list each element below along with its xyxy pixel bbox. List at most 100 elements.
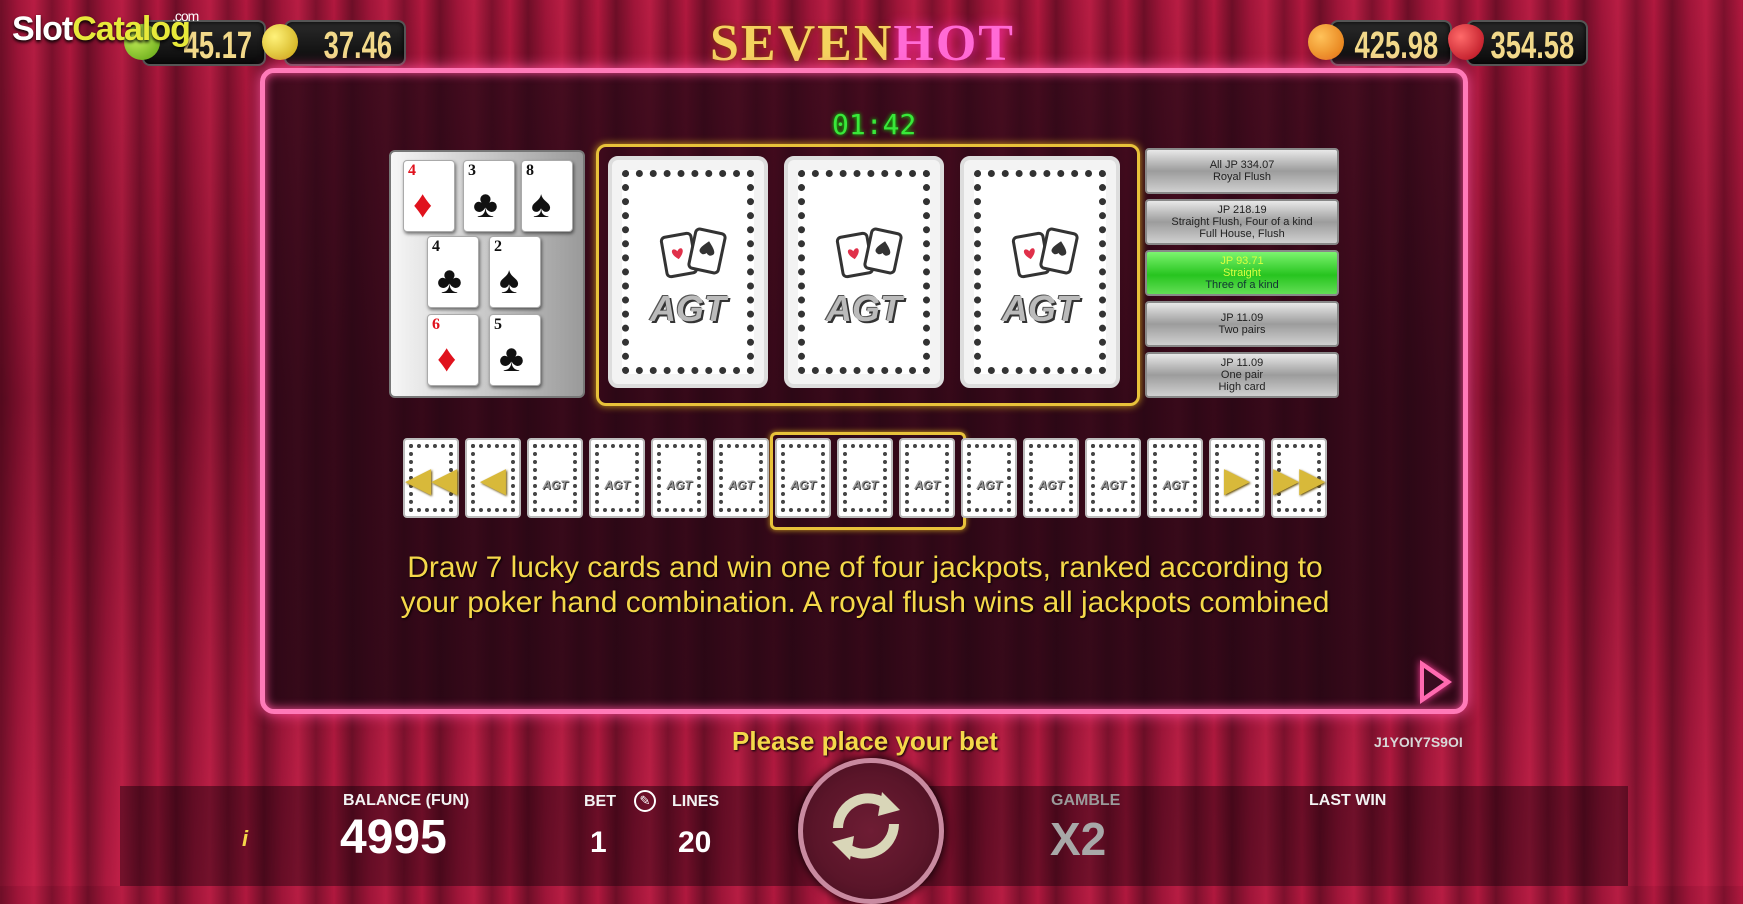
jackpot-value: 425.98	[1354, 25, 1438, 67]
arrow-left-icon: ◀	[479, 461, 507, 499]
session-code: J1YOIY7S9OI	[1374, 734, 1463, 750]
agt-logo: AGT	[826, 288, 902, 329]
gamble-button[interactable]: X2	[1050, 812, 1106, 866]
scroll-right-button[interactable]: ▶	[1209, 438, 1265, 518]
jackpot-value: 37.46	[323, 25, 392, 67]
next-page-arrow-icon[interactable]	[1420, 660, 1452, 704]
double-arrow-right-icon: ▶▶	[1273, 461, 1326, 499]
hand-card: 4 ♦	[403, 160, 455, 232]
paytable-row-two-pairs: JP 11.09 Two pairs	[1145, 301, 1339, 347]
playing-cards-icon	[659, 227, 727, 279]
bet-label: BET	[584, 793, 616, 810]
club-icon: ♣	[473, 184, 498, 226]
agt-logo: AGT	[976, 478, 1002, 492]
agt-logo: AGT	[790, 478, 816, 492]
jackpot-meter-orange: 425.98	[1330, 20, 1452, 67]
bet-value[interactable]: 1	[590, 826, 607, 860]
strip-card[interactable]: AGT	[961, 438, 1017, 518]
paytable-row-royal-flush: All JP 334.07 Royal Flush	[1145, 148, 1339, 194]
card-rank: 5	[494, 316, 502, 333]
double-arrow-left-icon: ◀◀	[405, 461, 458, 499]
title-seven: SEVEN	[710, 15, 894, 72]
lines-value[interactable]: 20	[678, 826, 711, 860]
spin-button[interactable]	[798, 758, 944, 904]
face-down-card[interactable]: AGT	[784, 156, 944, 388]
refresh-arrows-icon	[832, 792, 900, 860]
lines-label: LINES	[672, 793, 720, 810]
agt-logo: AGT	[914, 478, 940, 492]
face-down-card[interactable]: AGT	[960, 156, 1120, 388]
jackpot-description: Draw 7 lucky cards and win one of four j…	[400, 551, 1330, 619]
paytable-jackpot: JP 11.09	[1220, 357, 1264, 369]
strip-card[interactable]: AGT	[651, 438, 707, 518]
diamond-icon: ♦	[437, 338, 457, 380]
playing-cards-icon	[1011, 227, 1079, 279]
hand-card: 4 ♣	[427, 236, 479, 308]
agt-logo: AGT	[650, 288, 726, 329]
balance-label: BALANCE (FUN)	[343, 792, 470, 809]
strip-card[interactable]: AGT	[1085, 438, 1141, 518]
strip-card-selected[interactable]: AGT	[775, 438, 831, 518]
paytable-row-straight-flush: JP 218.19 Straight Flush, Four of a kind…	[1145, 199, 1339, 245]
agt-logo: AGT	[728, 478, 754, 492]
paytable-hand: Royal Flush	[1212, 171, 1272, 183]
paytable-hand: Three of a kind	[1205, 279, 1279, 291]
strip-card[interactable]: AGT	[713, 438, 769, 518]
paytable-hand: One pair	[1220, 369, 1264, 381]
hand-card: 2 ♠	[489, 236, 541, 308]
scroll-right-fast-button[interactable]: ▶▶	[1271, 438, 1327, 518]
agt-logo: AGT	[1162, 478, 1188, 492]
card-rank: 2	[494, 238, 502, 255]
title-hot: HOT	[893, 15, 1015, 72]
playing-cards-icon	[835, 227, 903, 279]
paytable-hand: Straight Flush, Four of a kind	[1171, 216, 1313, 228]
paytable-hand: Full House, Flush	[1199, 228, 1285, 240]
watermark-suffix: .com	[172, 8, 199, 24]
orange-icon	[1308, 24, 1344, 60]
hand-card: 3 ♣	[463, 160, 515, 232]
paytable-hand: High card	[1218, 381, 1266, 393]
countdown-timer: 01:42	[832, 108, 917, 141]
spade-icon: ♠	[499, 260, 520, 302]
card-rank: 8	[526, 162, 534, 179]
strip-card-selected[interactable]: AGT	[899, 438, 955, 518]
club-icon: ♣	[499, 338, 524, 380]
scroll-left-button[interactable]: ◀	[465, 438, 521, 518]
status-message: Please place your bet	[732, 726, 998, 756]
paytable-hand: Two pairs	[1218, 324, 1266, 336]
game-title: SEVENHOT	[710, 14, 1015, 73]
strip-card-selected[interactable]: AGT	[837, 438, 893, 518]
paytable-jackpot: JP 93.71	[1220, 255, 1264, 267]
agt-logo: AGT	[852, 478, 878, 492]
hand-card: 5 ♣	[489, 314, 541, 386]
watermark-text-slot: Slot	[12, 10, 73, 48]
jackpot-value: 45.17	[183, 25, 252, 67]
club-icon: ♣	[437, 260, 462, 302]
card-rank: 4	[408, 162, 416, 179]
card-rank: 3	[468, 162, 476, 179]
strip-card[interactable]: AGT	[589, 438, 645, 518]
edit-pencil-icon[interactable]: ✎	[634, 790, 656, 812]
card-rank: 6	[432, 316, 440, 333]
jackpot-meter-strawberry: 354.58	[1466, 20, 1588, 67]
balance-value: 4995	[340, 811, 447, 864]
last-win-label: LAST WIN	[1309, 792, 1387, 809]
slotcatalog-watermark: SlotCatalog .com	[12, 8, 199, 49]
jackpot-meter-lemon: 37.46	[284, 20, 406, 67]
face-down-card[interactable]: AGT	[608, 156, 768, 388]
strip-card[interactable]: AGT	[1147, 438, 1203, 518]
diamond-icon: ♦	[413, 184, 433, 226]
card-rank: 4	[432, 238, 440, 255]
agt-logo: AGT	[1038, 478, 1064, 492]
strip-card[interactable]: AGT	[527, 438, 583, 518]
drawn-hand: 4 ♦ 3 ♣ 8 ♠ 4 ♣ 2 ♠ 6 ♦ 5 ♣	[389, 150, 585, 398]
info-icon[interactable]: i	[242, 826, 248, 852]
paytable-hand: Straight	[1223, 267, 1261, 279]
agt-logo: AGT	[1002, 288, 1078, 329]
paytable-jackpot: All JP 334.07	[1209, 159, 1275, 171]
strip-card[interactable]: AGT	[1023, 438, 1079, 518]
lemon-icon	[262, 24, 298, 60]
scroll-left-fast-button[interactable]: ◀◀	[403, 438, 459, 518]
gamble-label: GAMBLE	[1051, 792, 1121, 809]
spade-icon: ♠	[531, 184, 552, 226]
